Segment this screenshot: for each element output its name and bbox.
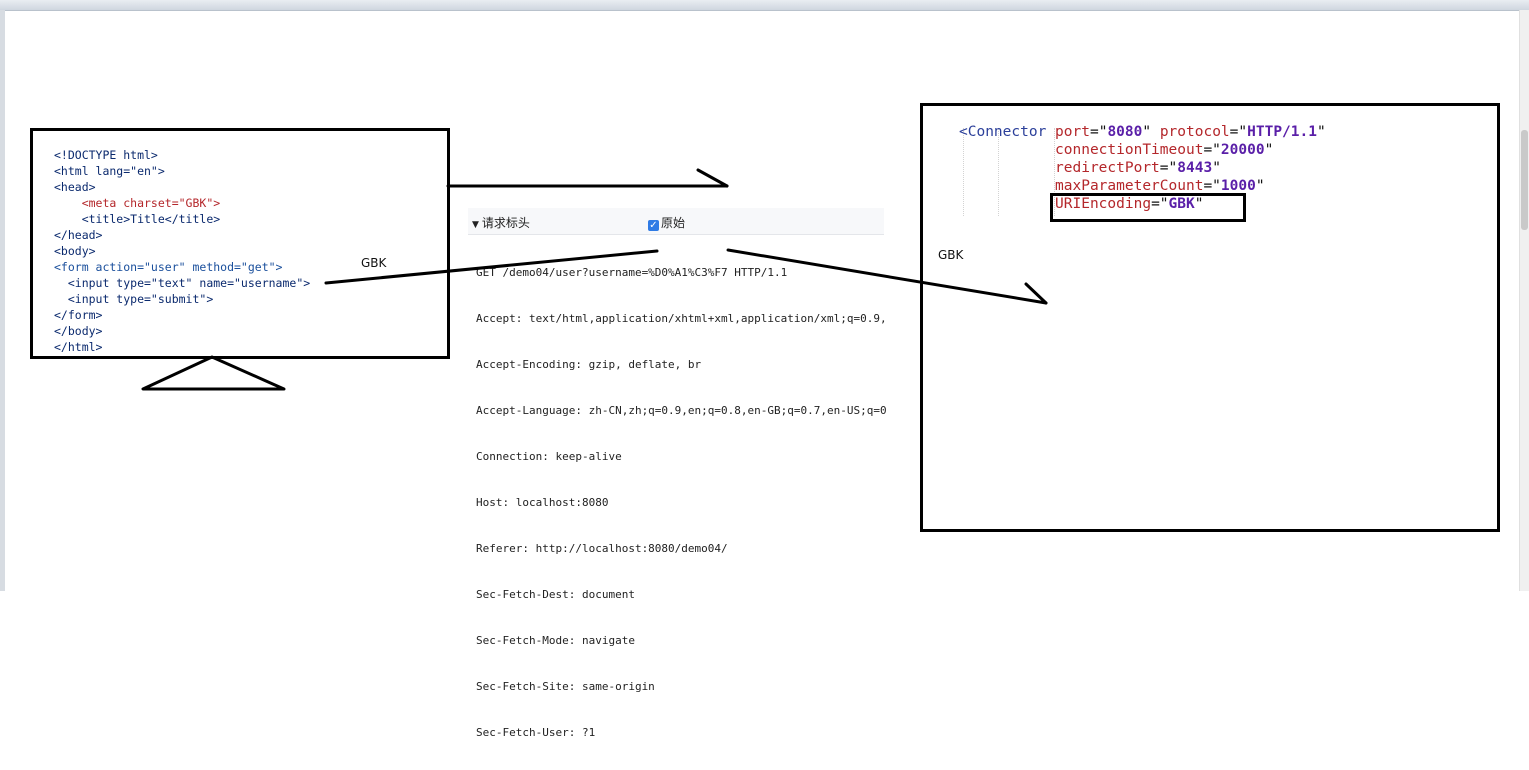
arrow-request-to-tomcat-icon	[726, 248, 1048, 305]
annotation-arrows	[141, 168, 1048, 391]
header-line: Sec-Fetch-Mode: navigate	[476, 634, 635, 647]
header-line: Sec-Fetch-User: ?1	[476, 726, 596, 739]
monitor-stand	[141, 355, 286, 391]
line-input-to-request	[324, 249, 659, 285]
arrow-right-icon	[446, 168, 729, 188]
header-line: Sec-Fetch-Site: same-origin	[476, 680, 655, 693]
